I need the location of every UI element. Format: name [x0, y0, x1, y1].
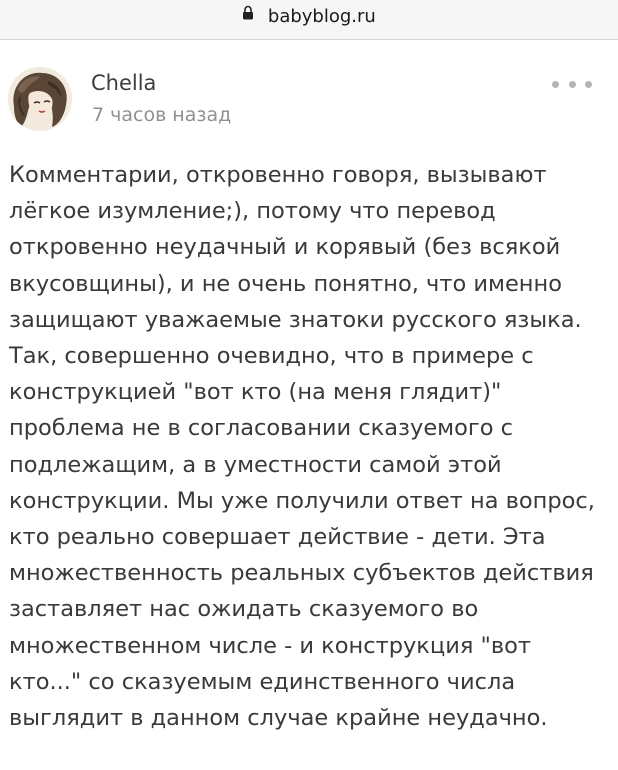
- url-display[interactable]: babyblog.ru: [0, 4, 618, 28]
- more-horizontal-icon-dot: [568, 80, 576, 88]
- url-text: babyblog.ru: [267, 6, 376, 27]
- lock-icon: [242, 4, 254, 26]
- more-options-button[interactable]: [552, 74, 592, 94]
- post-timestamp: 7 часов назад: [92, 104, 232, 126]
- comment-text: Комментарии, откровенно говоря, вызывают…: [9, 162, 595, 732]
- comment-card: Chella 7 часов назад Комментарии, откров…: [0, 41, 618, 770]
- avatar[interactable]: [8, 67, 72, 131]
- browser-address-bar[interactable]: babyblog.ru: [0, 0, 618, 40]
- more-horizontal-icon-dot: [585, 80, 592, 88]
- more-horizontal-icon: [552, 80, 559, 88]
- author-name[interactable]: Chella: [91, 71, 156, 95]
